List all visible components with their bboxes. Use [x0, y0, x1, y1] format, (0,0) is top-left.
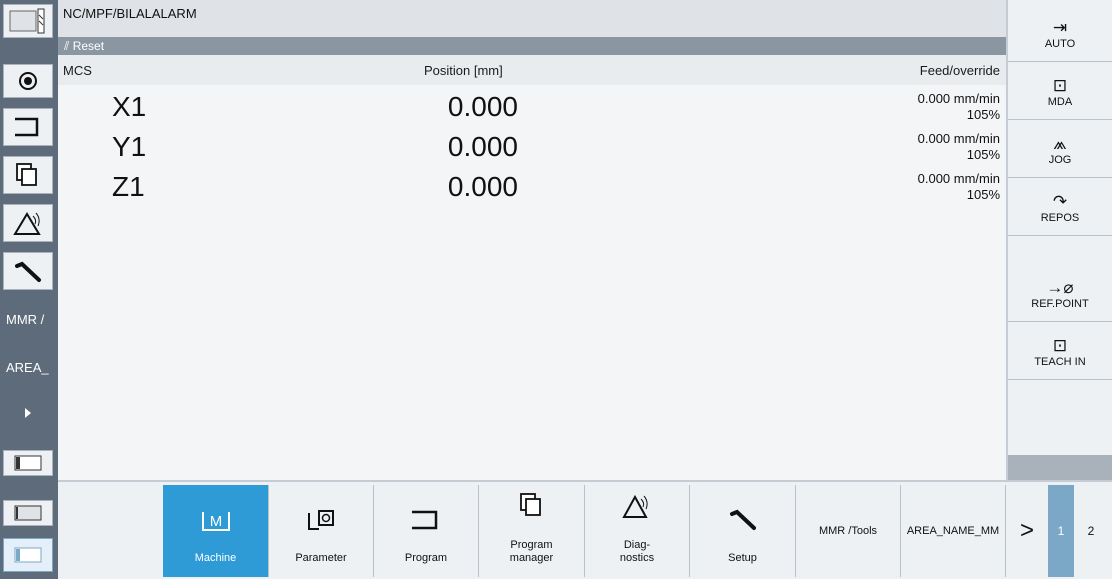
panel-layout-icon[interactable] [3, 450, 53, 476]
softkey-label: TEACH IN [1034, 355, 1086, 368]
softkey-label: Program [404, 552, 448, 564]
override-value: 105% [966, 107, 1000, 122]
diagnostics-icon[interactable] [3, 204, 53, 242]
softkey-label: Diag- nostics [619, 539, 655, 564]
softkey-label: AREA_NAME_MM [906, 524, 1000, 537]
ref-point-icon: →⌀ [1046, 277, 1074, 297]
expand-arrow-icon[interactable] [3, 396, 53, 430]
parameter-icon [303, 507, 339, 540]
left-sidebar: MMR / AREA_ [0, 0, 58, 579]
right-bar-footer [1008, 455, 1112, 480]
axis-feed: 0.000 mm/min 105% [918, 131, 1000, 163]
machine-softkey[interactable]: M Machine [163, 485, 269, 577]
coord-system-label[interactable]: MCS [63, 63, 92, 78]
channel-status-bar: ⫽ Reset [58, 37, 1006, 55]
axis-name: X1 [112, 91, 147, 122]
page-1-button[interactable]: 1 [1048, 485, 1074, 577]
program-manager-softkey[interactable]: Program manager [479, 485, 585, 577]
softkey-label: Program manager [509, 539, 554, 564]
axis-name: Z1 [112, 171, 145, 202]
program-icon [408, 507, 444, 540]
repos-icon: ↷ [1052, 191, 1068, 211]
diagnostics-icon [620, 492, 654, 527]
mda-softkey[interactable]: ⊡ MDA [1008, 64, 1112, 120]
page-2-button[interactable]: 2 [1076, 485, 1106, 577]
feed-value: 0.000 mm/min [917, 91, 1000, 106]
softkey-label: Machine [194, 552, 237, 564]
softkey-label: MMR /Tools [818, 524, 878, 537]
area-name-softkey[interactable]: AREA_NAME_MM [901, 485, 1006, 577]
diagnostics-softkey[interactable]: Diag- nostics [585, 485, 690, 577]
auto-softkey[interactable]: ⇥ AUTO [1008, 6, 1112, 62]
axis-position: 0.000 [447, 131, 518, 162]
repos-softkey[interactable]: ↷ REPOS [1008, 180, 1112, 236]
axis-row-z1: Z1 0.000 0.000 mm/min 105% [58, 171, 1006, 221]
mda-icon: ⊡ [1052, 75, 1068, 95]
override-value: 105% [966, 147, 1000, 162]
axis-feed: 0.000 mm/min 105% [918, 91, 1000, 123]
program-manager-icon[interactable] [3, 156, 53, 194]
feed-value: 0.000 mm/min [917, 131, 1000, 146]
softkey-label: Parameter [295, 552, 347, 564]
softkey-label: Setup [728, 552, 757, 564]
axis-position: 0.000 [447, 171, 518, 202]
next-page-button[interactable]: > [1006, 485, 1048, 577]
axis-feed: 0.000 mm/min 105% [918, 171, 1000, 203]
channel-state-label: Reset [72, 39, 105, 53]
position-column-header: Position [mm] [424, 63, 503, 78]
record-icon[interactable] [3, 64, 53, 98]
parameter-softkey[interactable]: Parameter [269, 485, 374, 577]
teach-in-softkey[interactable]: ⊡ TEACH IN [1008, 324, 1112, 380]
axis-position-table: X1 0.000 0.000 mm/min 105% Y1 0.000 0.00… [58, 85, 1006, 480]
machine-icon: M [200, 509, 232, 540]
override-value: 105% [966, 187, 1000, 202]
program-path: NC/MPF/BILALALARM [63, 6, 197, 21]
ref-point-softkey[interactable]: →⌀ REF.POINT [1008, 266, 1112, 322]
program-manager-icon [517, 490, 547, 527]
mmr-tools-softkey[interactable]: MMR /Tools [796, 485, 901, 577]
softkey-label: REF.POINT [1031, 297, 1089, 310]
setup-softkey[interactable]: Setup [690, 485, 796, 577]
area-name-shortcut[interactable]: AREA_ [3, 348, 53, 386]
machine-tool-icon[interactable] [3, 4, 53, 38]
feed-value: 0.000 mm/min [917, 171, 1000, 186]
mmr-tools-shortcut[interactable]: MMR / [3, 300, 53, 338]
axis-table-header: MCS Position [mm] Feed/override [58, 55, 1006, 85]
svg-text:M: M [209, 513, 222, 530]
panel-list-icon[interactable] [3, 538, 53, 572]
auto-icon: ⇥ [1052, 17, 1068, 37]
softkey-label: JOG [1048, 153, 1072, 166]
right-softkey-bar: ⇥ AUTO ⊡ MDA ⩕ JOG ↷ REPOS →⌀ REF.POINT … [1006, 0, 1112, 480]
axis-position: 0.000 [447, 91, 518, 122]
softkey-label: AUTO [1044, 37, 1076, 50]
setup-wrench-icon[interactable] [3, 252, 53, 290]
program-path-bar: NC/MPF/BILALALARM [58, 0, 1006, 37]
jog-softkey[interactable]: ⩕ JOG [1008, 122, 1112, 178]
softkey-label: REPOS [1040, 211, 1080, 224]
jog-icon: ⩕ [1053, 133, 1067, 153]
program-softkey[interactable]: Program [374, 485, 479, 577]
reset-icon: ⫽ [64, 39, 70, 53]
channel-state: ⫽ Reset [64, 39, 104, 54]
axis-name: Y1 [112, 131, 147, 162]
teach-in-icon: ⊡ [1052, 335, 1068, 355]
softkey-label: MDA [1047, 95, 1073, 108]
feed-column-header: Feed/override [919, 63, 1000, 78]
panel-full-icon[interactable] [3, 500, 53, 526]
setup-icon [726, 505, 760, 540]
bottom-softkey-bar: M Machine Parameter Program Program mana… [58, 480, 1112, 579]
program-icon[interactable] [3, 108, 53, 146]
